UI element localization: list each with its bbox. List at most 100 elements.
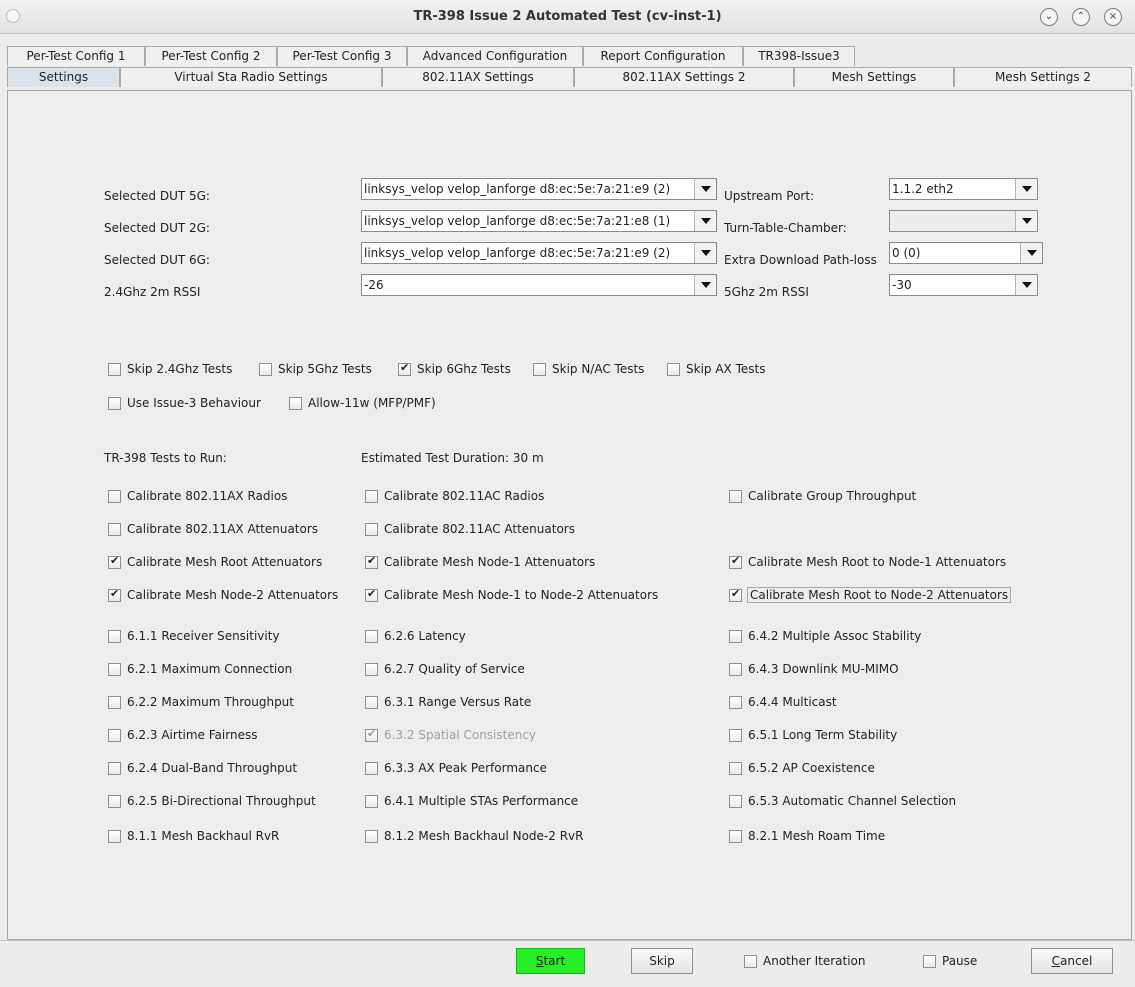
rssi5-select[interactable]: -30 [889, 274, 1038, 296]
checkbox-icon[interactable] [729, 728, 742, 742]
test-checkbox[interactable]: 6.5.2 AP Coexistence [729, 761, 875, 775]
test-checkbox[interactable]: Calibrate 802.11AX Radios [108, 489, 287, 503]
test-checkbox[interactable]: 6.3.1 Range Versus Rate [365, 695, 531, 709]
checkbox-icon[interactable] [108, 396, 121, 410]
tab-virtual-sta-radio-settings[interactable]: Virtual Sta Radio Settings [120, 67, 382, 87]
checkbox-icon[interactable] [923, 954, 936, 968]
chevron-down-icon[interactable] [694, 179, 716, 199]
test-checkbox[interactable]: 6.4.2 Multiple Assoc Stability [729, 629, 921, 643]
test-checkbox[interactable]: 6.2.2 Maximum Throughput [108, 695, 294, 709]
checkbox-icon[interactable] [744, 954, 757, 968]
dut2g-select[interactable]: linksys_velop velop_lanforge d8:ec:5e:7a… [361, 210, 717, 232]
skip-button[interactable]: Skip [631, 948, 693, 974]
checkbox-icon[interactable] [729, 794, 742, 808]
checkbox-icon[interactable] [729, 761, 742, 775]
skip-24ghz-checkbox[interactable]: Skip 2.4Ghz Tests [108, 362, 232, 376]
minimize-icon[interactable]: ⌄ [1040, 8, 1058, 26]
checkbox-icon[interactable] [108, 662, 121, 676]
chevron-down-icon[interactable] [1015, 275, 1037, 295]
test-checkbox[interactable]: 6.2.1 Maximum Connection [108, 662, 292, 676]
test-checkbox[interactable]: 6.3.3 AX Peak Performance [365, 761, 547, 775]
pathloss-select[interactable]: 0 (0) [889, 242, 1043, 264]
test-checkbox[interactable]: 6.2.6 Latency [365, 629, 466, 643]
test-checkbox[interactable]: Calibrate Mesh Root to Node-2 Attenuator… [729, 587, 1012, 603]
checkbox-icon[interactable] [729, 489, 742, 503]
checkbox-icon[interactable] [108, 829, 121, 843]
checkbox-icon[interactable] [729, 695, 742, 709]
tab-mesh-settings-2[interactable]: Mesh Settings 2 [954, 67, 1132, 87]
checkbox-icon[interactable] [365, 489, 378, 503]
tab-advanced-configuration[interactable]: Advanced Configuration [407, 46, 583, 66]
checkbox-icon[interactable] [365, 829, 378, 843]
skip-5ghz-checkbox[interactable]: Skip 5Ghz Tests [259, 362, 372, 376]
checkbox-icon[interactable] [365, 794, 378, 808]
checkbox-icon[interactable] [365, 761, 378, 775]
test-checkbox[interactable]: 8.1.1 Mesh Backhaul RvR [108, 829, 279, 843]
tab-report-configuration[interactable]: Report Configuration [583, 46, 743, 66]
checkbox-icon[interactable] [667, 362, 680, 376]
checkbox-icon[interactable] [365, 662, 378, 676]
upstream-select[interactable]: 1.1.2 eth2 [889, 178, 1038, 200]
test-checkbox[interactable]: 6.2.5 Bi-Directional Throughput [108, 794, 316, 808]
checkbox-icon[interactable] [365, 629, 378, 643]
checkbox-icon[interactable] [108, 522, 121, 536]
checkbox-checked-icon[interactable] [398, 361, 411, 376]
turntable-select[interactable] [889, 210, 1038, 232]
test-checkbox[interactable]: 6.2.3 Airtime Fairness [108, 728, 257, 742]
maximize-icon[interactable]: ⌃ [1072, 8, 1090, 26]
test-checkbox[interactable]: 6.1.1 Receiver Sensitivity [108, 629, 280, 643]
checkbox-checked-icon[interactable] [365, 554, 378, 569]
checkbox-icon[interactable] [289, 396, 302, 410]
tab-80211ax-settings[interactable]: 802.11AX Settings [382, 67, 574, 87]
test-checkbox[interactable]: 6.5.3 Automatic Channel Selection [729, 794, 956, 808]
tab-tr398-issue3[interactable]: TR398-Issue3 [743, 46, 855, 66]
cancel-button[interactable]: Cancel [1031, 948, 1113, 974]
pause-checkbox[interactable]: Pause [923, 954, 977, 968]
checkbox-checked-icon[interactable] [108, 554, 121, 569]
test-checkbox[interactable]: 6.4.4 Multicast [729, 695, 837, 709]
checkbox-icon[interactable] [533, 362, 546, 376]
checkbox-icon[interactable] [729, 629, 742, 643]
test-checkbox[interactable]: Calibrate 802.11AC Attenuators [365, 522, 575, 536]
skip-6ghz-checkbox[interactable]: Skip 6Ghz Tests [398, 361, 511, 376]
checkbox-icon[interactable] [108, 695, 121, 709]
allow-11w-checkbox[interactable]: Allow-11w (MFP/PMF) [289, 396, 436, 410]
tab-per-test-config-2[interactable]: Per-Test Config 2 [145, 46, 277, 66]
checkbox-checked-icon[interactable] [108, 587, 121, 602]
skip-nac-checkbox[interactable]: Skip N/AC Tests [533, 362, 644, 376]
checkbox-icon[interactable] [259, 362, 272, 376]
test-checkbox[interactable]: Calibrate 802.11AX Attenuators [108, 522, 318, 536]
test-checkbox[interactable]: 6.2.7 Quality of Service [365, 662, 525, 676]
checkbox-icon[interactable] [108, 362, 121, 376]
checkbox-checked-icon[interactable] [365, 587, 378, 602]
another-iteration-checkbox[interactable]: Another Iteration [744, 954, 866, 968]
test-checkbox[interactable]: 6.5.1 Long Term Stability [729, 728, 897, 742]
checkbox-icon[interactable] [108, 794, 121, 808]
test-checkbox[interactable]: 6.2.4 Dual-Band Throughput [108, 761, 297, 775]
chevron-down-icon[interactable] [694, 211, 716, 231]
start-button[interactable]: Start [516, 948, 585, 974]
test-checkbox[interactable]: Calibrate Mesh Node-2 Attenuators [108, 587, 338, 602]
test-checkbox[interactable]: 6.4.3 Downlink MU-MIMO [729, 662, 899, 676]
test-checkbox[interactable]: Calibrate Group Throughput [729, 489, 916, 503]
checkbox-icon[interactable] [729, 662, 742, 676]
chevron-down-icon[interactable] [1015, 179, 1037, 199]
test-checkbox[interactable]: 8.2.1 Mesh Roam Time [729, 829, 885, 843]
checkbox-checked-icon[interactable] [729, 587, 742, 602]
dut6g-select[interactable]: linksys_velop velop_lanforge d8:ec:5e:7a… [361, 242, 717, 264]
tab-per-test-config-3[interactable]: Per-Test Config 3 [277, 46, 407, 66]
chevron-down-icon[interactable] [1015, 211, 1037, 231]
chevron-down-icon[interactable] [1020, 243, 1042, 263]
tab-mesh-settings[interactable]: Mesh Settings [794, 67, 954, 87]
test-checkbox[interactable]: Calibrate Mesh Node-1 Attenuators [365, 554, 595, 569]
tab-settings[interactable]: Settings [7, 67, 120, 87]
test-checkbox[interactable]: Calibrate Mesh Root Attenuators [108, 554, 322, 569]
chevron-down-icon[interactable] [694, 243, 716, 263]
checkbox-icon[interactable] [108, 489, 121, 503]
test-checkbox[interactable]: Calibrate Mesh Root to Node-1 Attenuator… [729, 554, 1006, 569]
checkbox-icon[interactable] [108, 728, 121, 742]
checkbox-icon[interactable] [729, 829, 742, 843]
chevron-down-icon[interactable] [694, 275, 716, 295]
tab-per-test-config-1[interactable]: Per-Test Config 1 [7, 46, 145, 66]
skip-ax-checkbox[interactable]: Skip AX Tests [667, 362, 765, 376]
